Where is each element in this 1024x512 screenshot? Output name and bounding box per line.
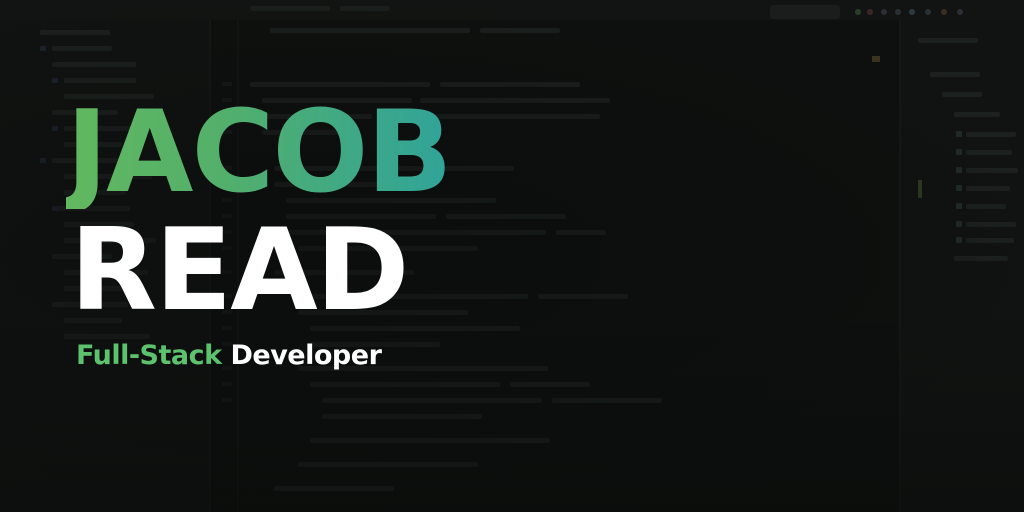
first-name-heading: JACOB [66, 86, 453, 218]
profile-banner: JACOB READ Full-Stack Developer [0, 0, 1024, 512]
tagline-accent-text: Full-Stack [76, 340, 222, 371]
last-name-heading: READ [70, 204, 409, 336]
job-title-tagline: Full-Stack Developer [76, 340, 382, 372]
tagline-rest-text: Developer [230, 340, 382, 371]
